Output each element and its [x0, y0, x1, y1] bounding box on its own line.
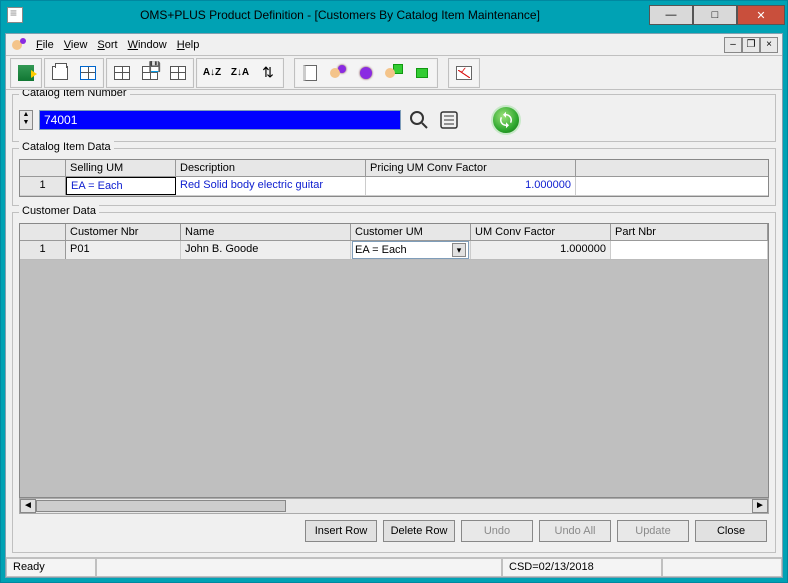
col-customer-name[interactable]: Name [181, 224, 351, 240]
col-customer-nbr[interactable]: Customer Nbr [66, 224, 181, 240]
tb-purple-dot-icon[interactable] [352, 60, 380, 86]
col-um-conv-factor[interactable]: UM Conv Factor [471, 224, 611, 240]
mdi-close[interactable]: × [760, 37, 778, 53]
undo-button[interactable]: Undo [461, 520, 533, 542]
menu-app-icon [10, 36, 28, 54]
cell-um-conv-factor[interactable]: 1.000000 [471, 241, 611, 259]
tb-book-icon[interactable] [296, 60, 324, 86]
scroll-thumb[interactable] [36, 500, 286, 512]
status-csd: CSD=02/13/2018 [502, 558, 662, 577]
status-empty [662, 558, 782, 577]
catalog-spinner[interactable]: ▲▼ [19, 110, 33, 130]
dropdown-arrow-icon[interactable]: ▾ [452, 243, 466, 257]
catalog-item-data-group: Catalog Item Data Selling UM Description… [12, 148, 776, 206]
close-form-button[interactable]: Close [695, 520, 767, 542]
client-area: File View Sort Window Help – ❐ × 💾 [5, 33, 783, 578]
delete-row-button[interactable]: Delete Row [383, 520, 455, 542]
catalog-item-input[interactable] [39, 110, 401, 130]
insert-row-button[interactable]: Insert Row [305, 520, 377, 542]
minimize-button[interactable]: — [649, 5, 693, 25]
status-spacer [96, 558, 502, 577]
refresh-button[interactable] [491, 105, 521, 135]
tb-grid3-icon[interactable] [164, 60, 192, 86]
status-ready: Ready [6, 558, 96, 577]
scroll-right-icon[interactable]: ► [752, 499, 768, 513]
tb-exit-icon[interactable] [12, 60, 40, 86]
tb-green-flag-icon[interactable] [408, 60, 436, 86]
app-icon [7, 7, 23, 23]
mdi-minimize[interactable]: – [724, 37, 742, 53]
tb-sort-desc-icon[interactable]: Z↓A [226, 60, 254, 86]
horizontal-scrollbar[interactable]: ◄ ► [19, 498, 769, 514]
list-icon[interactable] [437, 108, 461, 132]
customer-um-value: EA = Each [355, 244, 407, 256]
menu-help[interactable]: Help [173, 37, 204, 53]
titlebar: OMS+PLUS Product Definition - [Customers… [1, 1, 787, 29]
cell-pricing-factor[interactable]: 1.000000 [366, 177, 576, 195]
update-button[interactable]: Update [617, 520, 689, 542]
cell-customer-nbr[interactable]: P01 [66, 241, 181, 259]
col-pricing-factor[interactable]: Pricing UM Conv Factor [366, 160, 576, 176]
menu-sort[interactable]: Sort [93, 37, 121, 53]
customer-um-dropdown[interactable]: EA = Each ▾ [352, 241, 469, 259]
catalog-item-number-group: Catalog Item Number ▲▼ [12, 94, 776, 142]
tb-grid-save-icon[interactable]: 💾 [136, 60, 164, 86]
catalog-legend: Catalog Item Number [19, 90, 130, 99]
menubar: File View Sort Window Help – ❐ × [6, 34, 782, 56]
cell-customer-name[interactable]: John B. Goode [181, 241, 351, 259]
col-part-nbr[interactable]: Part Nbr [611, 224, 768, 240]
tb-grid1-icon[interactable] [108, 60, 136, 86]
row-number: 1 [20, 177, 66, 195]
col-description[interactable]: Description [176, 160, 366, 176]
catalog-data-legend: Catalog Item Data [19, 141, 114, 153]
tb-chart-icon[interactable] [450, 60, 478, 86]
tb-person1-icon[interactable] [324, 60, 352, 86]
cell-customer-um[interactable]: EA = Each ▾ [351, 241, 471, 259]
catalog-item-grid: Selling UM Description Pricing UM Conv F… [19, 159, 769, 197]
menu-file[interactable]: File [32, 37, 58, 53]
statusbar: Ready CSD=02/13/2018 [6, 557, 782, 577]
mdi-restore[interactable]: ❐ [742, 37, 760, 53]
application-window: OMS+PLUS Product Definition - [Customers… [0, 0, 788, 583]
customer-data-legend: Customer Data [19, 205, 99, 217]
maximize-button[interactable]: □ [693, 5, 737, 25]
customer-row-1[interactable]: 1 P01 John B. Goode EA = Each ▾ 1.000000 [20, 241, 768, 260]
button-row: Insert Row Delete Row Undo Undo All Upda… [19, 514, 769, 548]
col-selling-um[interactable]: Selling UM [66, 160, 176, 176]
cust-grid-corner [20, 224, 66, 240]
cust-row-number: 1 [20, 241, 66, 259]
tb-print-icon[interactable] [46, 60, 74, 86]
menu-view[interactable]: View [60, 37, 92, 53]
customer-grid-body [19, 260, 769, 498]
cell-selling-um[interactable]: EA = Each [66, 177, 176, 195]
window-title: OMS+PLUS Product Definition - [Customers… [31, 8, 649, 22]
tb-sort-updown-icon[interactable]: ⇅ [254, 60, 282, 86]
close-button[interactable]: ✕ [737, 5, 785, 25]
grid-corner [20, 160, 66, 176]
customer-grid: Customer Nbr Name Customer UM UM Conv Fa… [19, 223, 769, 260]
toolbar: 💾 A↓Z Z↓A ⇅ [6, 56, 782, 90]
tb-export-icon[interactable] [74, 60, 102, 86]
customer-data-group: Customer Data Customer Nbr Name Customer… [12, 212, 776, 553]
mdi-controls: – ❐ × [724, 37, 778, 53]
window-controls: — □ ✕ [649, 5, 785, 25]
undo-all-button[interactable]: Undo All [539, 520, 611, 542]
cell-description[interactable]: Red Solid body electric guitar [176, 177, 366, 195]
search-icon[interactable] [407, 108, 431, 132]
menu-window[interactable]: Window [124, 37, 171, 53]
tb-person2-icon[interactable] [380, 60, 408, 86]
catalog-row-1[interactable]: 1 EA = Each Red Solid body electric guit… [20, 177, 768, 196]
scroll-left-icon[interactable]: ◄ [20, 499, 36, 513]
cell-part-nbr[interactable] [611, 241, 768, 259]
tb-sort-asc-icon[interactable]: A↓Z [198, 60, 226, 86]
content-area: Catalog Item Number ▲▼ [6, 90, 782, 557]
col-customer-um[interactable]: Customer UM [351, 224, 471, 240]
